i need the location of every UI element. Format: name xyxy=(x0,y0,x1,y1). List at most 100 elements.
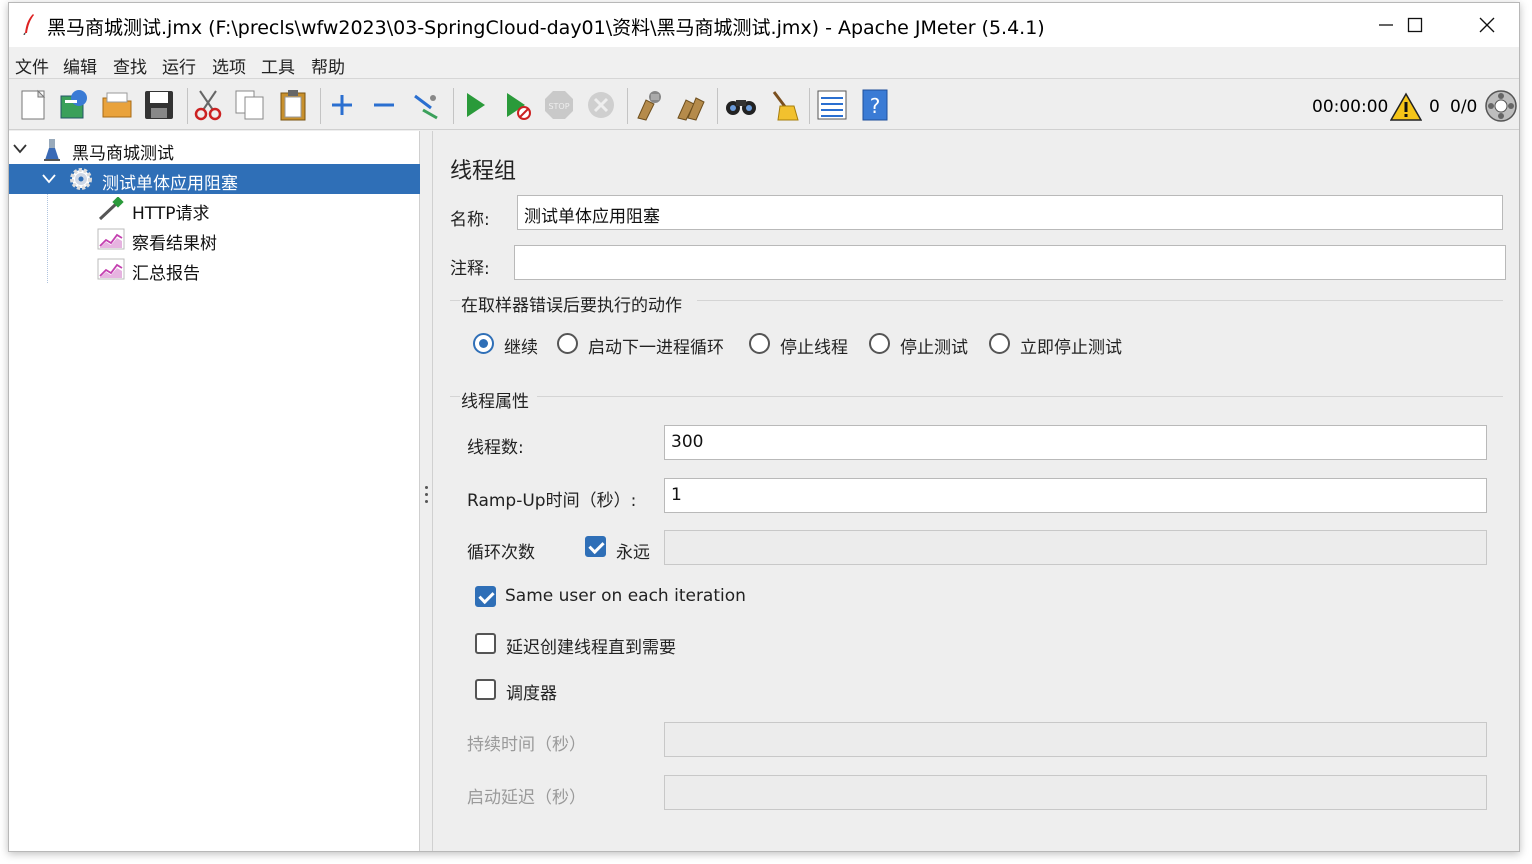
radio-start-next-loop[interactable] xyxy=(557,333,578,354)
group-border xyxy=(697,300,1503,301)
status-indicator-icon xyxy=(1485,90,1517,122)
chevron-down-icon[interactable] xyxy=(42,173,56,185)
templates-icon[interactable] xyxy=(57,88,91,122)
reset-search-icon[interactable] xyxy=(766,88,800,122)
tree-label-http-request: HTTP请求 xyxy=(132,204,210,224)
menu-help[interactable]: 帮助 xyxy=(311,53,345,78)
radio-start-next-loop-label[interactable]: 启动下一进程循环 xyxy=(588,333,724,358)
svg-text:STOP: STOP xyxy=(548,102,569,111)
same-user-checkbox[interactable] xyxy=(475,586,496,607)
toolbar-separator xyxy=(187,88,188,124)
error-action-group-title: 在取样器错误后要执行的动作 xyxy=(461,296,682,316)
close-button[interactable] xyxy=(1455,3,1519,47)
name-field[interactable]: 测试单体应用阻塞 xyxy=(517,195,1503,230)
help-icon[interactable]: ? xyxy=(858,88,892,122)
menu-search[interactable]: 查找 xyxy=(113,53,147,78)
forever-checkbox[interactable] xyxy=(585,536,606,557)
menu-file[interactable]: 文件 xyxy=(15,53,49,78)
window-title: 黑马商城测试.jmx (F:\precls\wfw2023\03-SpringC… xyxy=(47,17,1045,39)
group-border xyxy=(537,396,1503,397)
radio-stop-test-label[interactable]: 停止测试 xyxy=(900,333,968,358)
comment-field[interactable] xyxy=(514,245,1506,280)
radio-stop-thread[interactable] xyxy=(749,333,770,354)
tree-node-test-plan[interactable]: 黑马商城测试 xyxy=(9,134,420,164)
tree-node-summary-report[interactable]: 汇总报告 xyxy=(9,254,420,284)
threads-label: 线程数: xyxy=(467,438,524,458)
search-icon[interactable] xyxy=(724,88,758,122)
paste-icon[interactable] xyxy=(276,88,310,122)
function-helper-icon[interactable] xyxy=(815,88,849,122)
test-plan-tree: 黑马商城测试 测试单体应用阻塞 HTTP请求 察看结果树 汇总报告 xyxy=(9,131,420,851)
scheduler-label[interactable]: 调度器 xyxy=(506,679,557,704)
toolbar-separator xyxy=(717,88,718,124)
delay-thread-creation-checkbox[interactable] xyxy=(475,633,496,654)
new-icon[interactable] xyxy=(17,88,51,122)
save-icon[interactable] xyxy=(142,88,176,122)
panel-title: 线程组 xyxy=(450,159,517,184)
tree-node-view-results-tree[interactable]: 察看结果树 xyxy=(9,224,420,254)
tree-label-thread-group: 测试单体应用阻塞 xyxy=(102,174,238,194)
tree-node-http-request[interactable]: HTTP请求 xyxy=(9,194,420,224)
jmeter-feather-icon xyxy=(23,14,34,35)
open-icon[interactable] xyxy=(100,88,134,122)
grip-dot xyxy=(425,500,428,503)
maximize-button[interactable] xyxy=(1383,3,1447,47)
toggle-icon[interactable] xyxy=(409,88,443,122)
same-user-label[interactable]: Same user on each iteration xyxy=(505,586,746,606)
copy-icon[interactable] xyxy=(233,88,267,122)
loop-count-field[interactable] xyxy=(664,530,1487,565)
duration-label: 持续时间（秒） xyxy=(467,735,586,755)
clear-icon[interactable] xyxy=(632,88,666,122)
grip-dot xyxy=(425,486,428,489)
menu-edit[interactable]: 编辑 xyxy=(63,53,97,78)
group-border xyxy=(450,300,460,301)
split-pane-divider[interactable] xyxy=(420,131,433,851)
pipette-icon xyxy=(98,197,124,221)
radio-continue-label[interactable]: 继续 xyxy=(504,333,538,358)
toolbar-separator xyxy=(320,88,321,124)
chevron-down-icon[interactable] xyxy=(13,143,27,155)
shutdown-icon[interactable] xyxy=(584,88,618,122)
radio-stop-test-now[interactable] xyxy=(989,333,1010,354)
gear-icon xyxy=(70,168,92,190)
toolbar: STOP ? 00:00:00 0 0/0 xyxy=(9,80,1519,130)
toolbar-separator xyxy=(627,88,628,124)
tree-node-thread-group[interactable]: 测试单体应用阻塞 xyxy=(9,164,420,194)
clear-all-icon[interactable] xyxy=(674,88,708,122)
scheduler-checkbox[interactable] xyxy=(475,679,496,700)
title-bar: 黑马商城测试.jmx (F:\precls\wfw2023\03-SpringC… xyxy=(9,3,1519,47)
radio-stop-thread-label[interactable]: 停止线程 xyxy=(780,333,848,358)
start-icon[interactable] xyxy=(458,88,492,122)
thread-props-group-title: 线程属性 xyxy=(461,392,529,412)
threads-field[interactable]: 300 xyxy=(664,425,1487,460)
radio-stop-test[interactable] xyxy=(869,333,890,354)
radio-stop-test-now-label[interactable]: 立即停止测试 xyxy=(1020,333,1122,358)
menu-options[interactable]: 选项 xyxy=(212,53,246,78)
group-border xyxy=(450,396,460,397)
maximize-icon xyxy=(1407,17,1423,33)
startup-delay-field[interactable] xyxy=(664,775,1487,810)
tree-label-view-results-tree: 察看结果树 xyxy=(132,234,217,254)
thread-group-panel: 线程组 名称: 测试单体应用阻塞 注释: 在取样器错误后要执行的动作 继续 启动… xyxy=(433,131,1519,851)
duration-field[interactable] xyxy=(664,722,1487,757)
warning-icon[interactable] xyxy=(1390,92,1422,122)
warning-count: 0 xyxy=(1429,97,1440,117)
menu-bar: 文件 编辑 查找 运行 选项 工具 帮助 xyxy=(9,47,1519,79)
start-no-pauses-icon[interactable] xyxy=(500,88,534,122)
collapse-icon[interactable] xyxy=(367,88,401,122)
radio-continue[interactable] xyxy=(473,333,494,354)
chart-icon xyxy=(97,258,125,280)
cut-icon[interactable] xyxy=(191,88,225,122)
menu-tools[interactable]: 工具 xyxy=(261,53,295,78)
rampup-field[interactable]: 1 xyxy=(664,478,1487,513)
tree-label-test-plan: 黑马商城测试 xyxy=(72,144,174,164)
tree-label-summary-report: 汇总报告 xyxy=(132,264,200,284)
menu-run[interactable]: 运行 xyxy=(162,53,196,78)
forever-label[interactable]: 永远 xyxy=(616,538,650,563)
loop-count-label: 循环次数 xyxy=(467,543,535,563)
expand-icon[interactable] xyxy=(325,88,359,122)
stop-icon[interactable]: STOP xyxy=(542,88,576,122)
elapsed-timer: 00:00:00 xyxy=(1312,97,1389,117)
delay-thread-creation-label[interactable]: 延迟创建线程直到需要 xyxy=(506,633,676,658)
comment-label: 注释: xyxy=(450,259,490,279)
